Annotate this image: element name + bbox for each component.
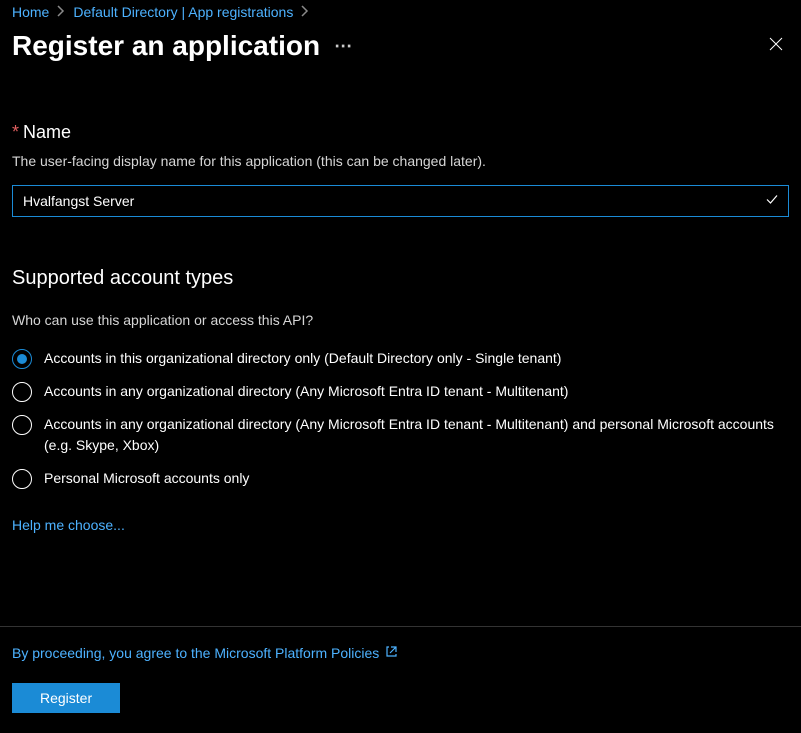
name-input-wrap [12,185,789,217]
more-actions-icon[interactable]: ⋯ [334,36,353,57]
help-me-choose-link[interactable]: Help me choose... [12,517,125,533]
register-button[interactable]: Register [12,683,120,713]
required-indicator: * [12,122,19,142]
radio-label: Accounts in any organizational directory… [44,414,789,456]
account-types-help: Who can use this application or access t… [12,312,789,328]
radio-label: Accounts in this organizational director… [44,348,561,369]
footer: By proceeding, you agree to the Microsof… [0,626,801,733]
radio-option-personal[interactable]: Personal Microsoft accounts only [12,468,789,489]
breadcrumb-home[interactable]: Home [12,4,49,20]
form-content: *Name The user-facing display name for t… [0,62,801,533]
policy-row: By proceeding, you agree to the Microsof… [12,645,789,661]
radio-icon [12,469,32,489]
check-icon [765,193,779,210]
name-label: *Name [12,122,789,143]
radio-option-multitenant-personal[interactable]: Accounts in any organizational directory… [12,414,789,456]
name-help-text: The user-facing display name for this ap… [12,153,789,169]
external-link-icon [385,645,398,661]
radio-label: Accounts in any organizational directory… [44,381,568,402]
breadcrumb: Home Default Directory | App registratio… [0,0,801,20]
chevron-right-icon [57,4,65,20]
page-header: Register an application ⋯ [0,20,801,62]
radio-option-multitenant[interactable]: Accounts in any organizational directory… [12,381,789,402]
close-icon[interactable] [763,31,789,62]
breadcrumb-directory[interactable]: Default Directory | App registrations [73,4,293,20]
platform-policies-link[interactable]: By proceeding, you agree to the Microsof… [12,645,379,661]
page-title: Register an application ⋯ [12,30,353,62]
radio-option-single-tenant[interactable]: Accounts in this organizational director… [12,348,789,369]
radio-icon [12,349,32,369]
name-input[interactable] [12,185,789,217]
radio-icon [12,382,32,402]
chevron-right-icon [301,4,309,20]
page-title-text: Register an application [12,30,320,62]
radio-label: Personal Microsoft accounts only [44,468,249,489]
name-label-text: Name [23,122,71,142]
account-types-title: Supported account types [12,267,789,290]
radio-icon [12,415,32,435]
account-types-radio-group: Accounts in this organizational director… [12,348,789,489]
